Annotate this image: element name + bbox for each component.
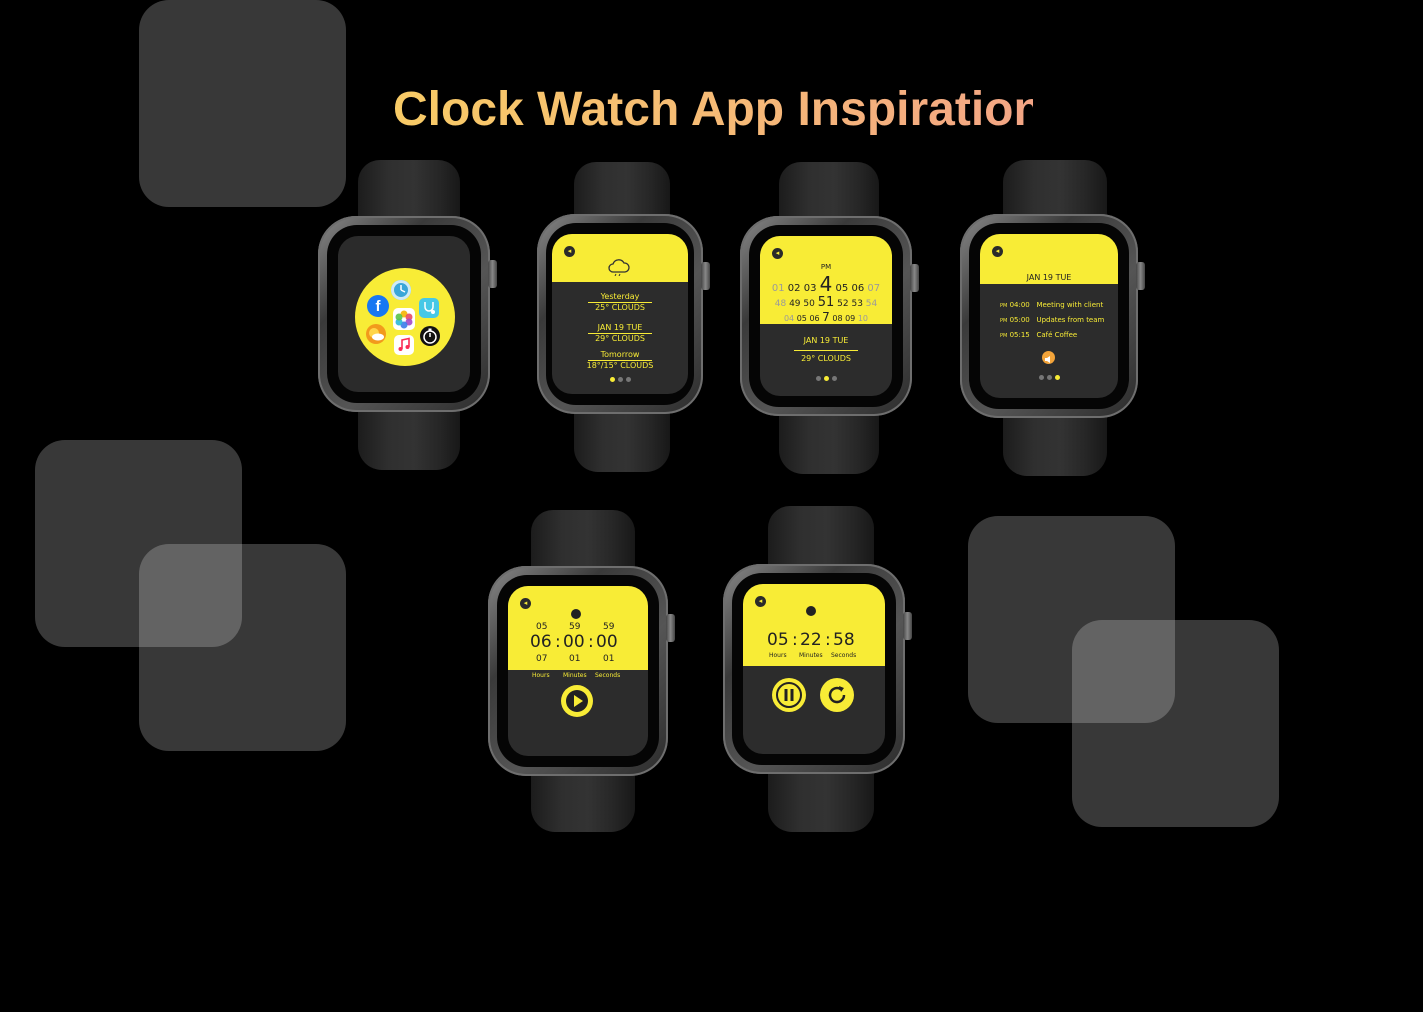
reset-button[interactable] xyxy=(820,678,854,712)
watch-weather: ◂ Yesterday 25° CLOUDS JAN 19 TUE 29° CL… xyxy=(537,162,710,472)
period-row[interactable]: 04 05 06 7 08 09 10 xyxy=(760,310,892,326)
weather-entry-yesterday: Yesterday 25° CLOUDS xyxy=(552,292,688,313)
page-indicator xyxy=(760,376,892,381)
facebook-icon[interactable]: f xyxy=(367,295,389,317)
back-button[interactable]: ◂ xyxy=(992,246,1003,257)
photos-icon[interactable] xyxy=(393,308,415,330)
agenda-item[interactable]: PM 04:00 Meeting with client xyxy=(1000,301,1103,309)
agenda-item[interactable]: PM 05:15 Café Coffee xyxy=(1000,331,1077,339)
back-button[interactable]: ◂ xyxy=(564,246,575,257)
decor-square-1 xyxy=(139,0,346,207)
minute-row[interactable]: 48 49 50 51 52 53 54 xyxy=(760,296,892,311)
ampm-label: PM xyxy=(820,263,832,271)
stethoscope-icon[interactable] xyxy=(419,298,439,318)
timer-icon xyxy=(571,609,581,619)
watch-timer-running: ◂ 05 : 22 : 58 Hours Minutes Seconds xyxy=(723,506,919,832)
weather-entry-tomorrow: Tomorrow 18°/15° CLOUDS xyxy=(586,350,654,370)
cloud-icon xyxy=(607,258,631,277)
clock-icon[interactable] xyxy=(391,280,411,300)
pause-button[interactable] xyxy=(772,678,806,712)
agenda-date: JAN 19 TUE xyxy=(1026,273,1072,282)
weather-label: 29° CLOUDS xyxy=(801,354,851,363)
watch-app-launcher: f xyxy=(318,160,500,470)
date-label: JAN 19 TUE xyxy=(803,336,849,345)
page-title: Clock Watch App Inspiration xyxy=(393,80,1043,140)
weather-entry-today: JAN 19 TUE 29° CLOUDS xyxy=(552,323,688,344)
weather-icon[interactable] xyxy=(366,324,386,344)
back-button[interactable]: ◂ xyxy=(772,248,783,259)
watch-agenda: ◂ JAN 19 TUE PM 04:00 Meeting with clien… xyxy=(960,160,1150,476)
stopwatch-icon[interactable] xyxy=(420,326,440,346)
watch-time-picker: ◂ PM 01 02 03 4 05 06 07 48 49 50 51 52 … xyxy=(740,162,919,474)
decor-square-3 xyxy=(139,544,346,751)
back-button[interactable]: ◂ xyxy=(755,596,766,607)
page-indicator xyxy=(552,377,688,382)
watch-timer: ◂ 05 59 59 06 : 00 : 00 07 01 01 Hours M… xyxy=(488,510,678,832)
back-button[interactable]: ◂ xyxy=(520,598,531,609)
decor-square-5 xyxy=(1072,620,1279,827)
play-button[interactable] xyxy=(561,685,593,717)
speaker-icon[interactable] xyxy=(1042,351,1055,364)
timer-icon xyxy=(806,606,816,616)
agenda-item[interactable]: PM 05:00 Updates from team xyxy=(1000,316,1104,324)
music-icon[interactable] xyxy=(394,335,414,355)
page-indicator xyxy=(980,375,1118,380)
